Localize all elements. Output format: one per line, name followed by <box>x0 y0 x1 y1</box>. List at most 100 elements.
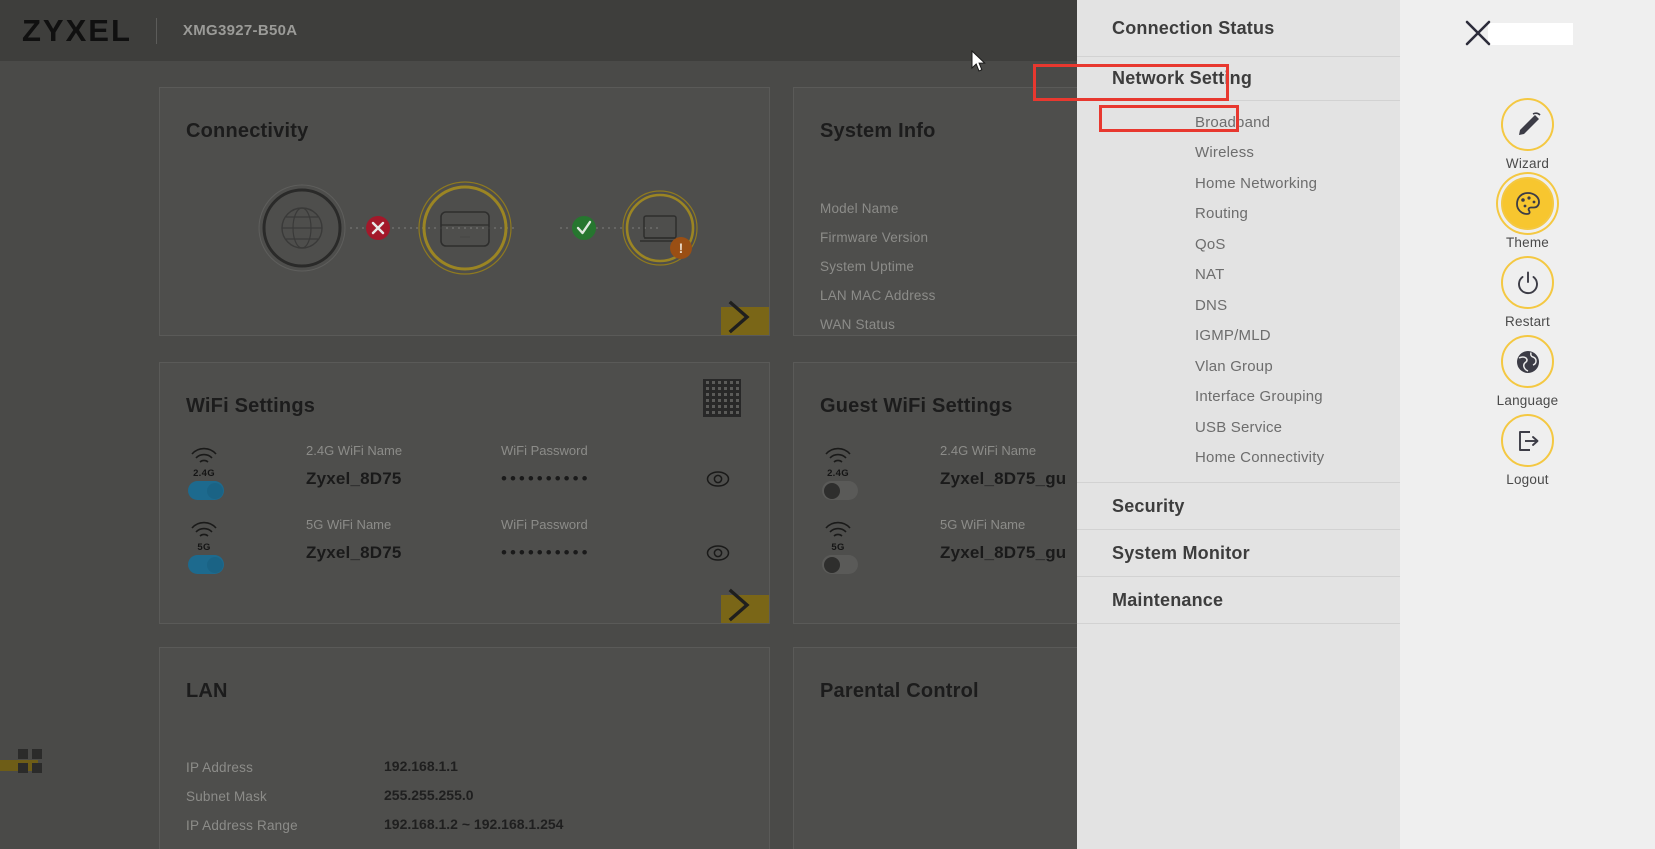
lan-value-ip-address: 192.168.1.1 <box>384 758 458 774</box>
menu-section-network-setting[interactable]: Network Setting <box>1077 57 1400 101</box>
wifi-expand-arrow[interactable] <box>721 588 769 623</box>
card-wifi-settings[interactable]: WiFi Settings 2.4G 2.4G WiFi Name Zyxel_… <box>159 362 770 624</box>
menu-section-label-network-setting: Network Setting <box>1112 68 1253 88</box>
menu-item-routing[interactable]: Routing <box>1077 199 1400 230</box>
card-title-connectivity: Connectivity <box>186 120 309 142</box>
lan-value-ip-address-range: 192.168.1.2 ~ 192.168.1.254 <box>384 816 564 832</box>
menu-item-wireless[interactable]: Wireless <box>1077 138 1400 169</box>
card-title-guest-wifi-settings: Guest WiFi Settings <box>820 395 1013 417</box>
system-info-label-firmware-version: Firmware Version <box>820 230 929 245</box>
guest-wifi-name-label-24g: 2.4G WiFi Name <box>940 443 1037 458</box>
guest-wifi-band-label-5g: 5G <box>831 542 845 553</box>
card-title-parental-control: Parental Control <box>820 680 979 702</box>
main-menu-panel: Connection Status Network Setting Broadb… <box>1077 0 1400 849</box>
guest-wifi-band-icon-24g: 2.4G <box>820 445 856 479</box>
menu-section-maintenance[interactable]: Maintenance <box>1077 577 1400 624</box>
wifi-qr-code-icon[interactable] <box>703 379 741 417</box>
wifi-toggle-5g[interactable] <box>188 555 224 574</box>
card-connectivity[interactable]: Connectivity ! <box>159 87 770 336</box>
connectivity-diagram: ! <box>160 148 769 298</box>
menu-item-qos[interactable]: QoS <box>1077 229 1400 260</box>
logout-icon <box>1501 414 1554 467</box>
card-title-system-info: System Info <box>820 120 936 142</box>
close-icon[interactable] <box>1463 18 1493 48</box>
side-button-logout[interactable]: Logout <box>1400 414 1655 487</box>
right-tool-panel: Wizard Theme Restart Language Logout <box>1400 0 1655 849</box>
wifi-name-value-24g[interactable]: Zyxel_8D75 <box>306 469 402 489</box>
menu-section-system-monitor[interactable]: System Monitor <box>1077 530 1400 577</box>
card-title-wifi-settings: WiFi Settings <box>186 395 316 417</box>
menu-section-connection-status[interactable]: Connection Status <box>1077 0 1400 57</box>
palette-icon <box>1501 177 1554 230</box>
menu-item-home-networking[interactable]: Home Networking <box>1077 168 1400 199</box>
wifi-band-label-5g: 5G <box>197 542 211 553</box>
side-button-language[interactable]: Language <box>1400 335 1655 408</box>
card-lan[interactable]: LAN IP Address Subnet Mask IP Address Ra… <box>159 647 770 849</box>
menu-item-home-connectivity[interactable]: Home Connectivity <box>1077 443 1400 474</box>
guest-wifi-band-icon-5g: 5G <box>820 519 856 553</box>
card-title-lan: LAN <box>186 680 228 702</box>
menu-item-label-home-networking: Home Networking <box>1195 174 1318 192</box>
power-icon <box>1501 256 1554 309</box>
link-status-ok-badge <box>572 216 596 240</box>
side-button-theme[interactable]: Theme <box>1400 177 1655 250</box>
menu-item-label-igmp-mld: IGMP/MLD <box>1195 327 1271 345</box>
menu-item-broadband[interactable]: Broadband <box>1077 107 1400 138</box>
menu-item-label-vlan-group: Vlan Group <box>1195 357 1273 375</box>
menu-item-label-dns: DNS <box>1195 296 1228 314</box>
node-internet-globe <box>258 184 346 272</box>
menu-item-dns[interactable]: DNS <box>1077 290 1400 321</box>
zyxel-logo: ZYXEL <box>22 12 132 48</box>
side-label-language: Language <box>1496 393 1559 408</box>
guest-wifi-name-label-5g: 5G WiFi Name <box>940 517 1026 532</box>
link-status-error-badge <box>366 216 390 240</box>
side-button-restart[interactable]: Restart <box>1400 256 1655 329</box>
app-root: ZYXEL XMG3927-B50A Connectivity ! System… <box>0 0 1655 849</box>
menu-item-interface-grouping[interactable]: Interface Grouping <box>1077 382 1400 413</box>
guest-wifi-toggle-24g[interactable] <box>822 481 858 500</box>
menu-item-igmp-mld[interactable]: IGMP/MLD <box>1077 321 1400 352</box>
header-divider <box>155 17 157 44</box>
side-label-wizard: Wizard <box>1505 156 1550 171</box>
menu-item-vlan-group[interactable]: Vlan Group <box>1077 351 1400 382</box>
wizard-icon <box>1501 98 1554 151</box>
menu-sublist-network-setting: Broadband Wireless Home Networking Routi… <box>1077 101 1400 483</box>
wifi-toggle-24g[interactable] <box>188 481 224 500</box>
side-button-wizard[interactable]: Wizard <box>1400 98 1655 171</box>
guest-wifi-name-value-5g[interactable]: Zyxel_8D75_gu <box>940 543 1066 563</box>
lan-label-ip-address: IP Address <box>186 760 254 775</box>
menu-item-label-interface-grouping: Interface Grouping <box>1195 388 1323 406</box>
wifi-password-eye-icon-5g[interactable] <box>706 545 730 566</box>
side-label-theme: Theme <box>1505 235 1550 250</box>
menu-section-label-maintenance: Maintenance <box>1112 589 1224 610</box>
grid-widget-icon[interactable] <box>18 749 44 773</box>
close-tooltip-box <box>1488 23 1573 45</box>
globe-icon <box>1501 335 1554 388</box>
device-warning-badge-text: ! <box>679 240 684 256</box>
wifi-password-eye-icon-24g[interactable] <box>706 471 730 492</box>
guest-wifi-band-label-24g: 2.4G <box>827 468 849 479</box>
guest-wifi-name-value-24g[interactable]: Zyxel_8D75_gu <box>940 469 1066 489</box>
menu-item-label-home-connectivity: Home Connectivity <box>1195 449 1325 467</box>
menu-item-usb-service[interactable]: USB Service <box>1077 412 1400 443</box>
menu-section-security[interactable]: Security <box>1077 483 1400 530</box>
wifi-row-5g: 5G 5G WiFi Name Zyxel_8D75 WiFi Password… <box>186 517 746 593</box>
guest-wifi-toggle-5g[interactable] <box>822 555 858 574</box>
connectivity-expand-arrow[interactable] <box>721 300 769 335</box>
side-label-restart: Restart <box>1505 314 1550 329</box>
wifi-row-24g: 2.4G 2.4G WiFi Name Zyxel_8D75 WiFi Pass… <box>186 443 746 519</box>
menu-section-label-system-monitor: System Monitor <box>1112 542 1250 563</box>
wifi-band-label-24g: 2.4G <box>193 468 215 479</box>
lan-value-subnet-mask: 255.255.255.0 <box>384 787 474 803</box>
menu-item-label-nat: NAT <box>1195 266 1225 284</box>
lan-label-subnet-mask: Subnet Mask <box>186 789 267 804</box>
system-info-label-model-name: Model Name <box>820 201 899 216</box>
wifi-password-value-5g: •••••••••• <box>501 543 591 562</box>
menu-item-nat[interactable]: NAT <box>1077 260 1400 291</box>
menu-item-label-routing: Routing <box>1195 205 1249 223</box>
wifi-name-value-5g[interactable]: Zyxel_8D75 <box>306 543 402 563</box>
menu-item-label-broadband: Broadband <box>1195 113 1271 131</box>
wifi-band-icon-24g: 2.4G <box>186 445 222 479</box>
wifi-password-label-24g: WiFi Password <box>501 443 588 458</box>
menu-item-label-usb-service: USB Service <box>1195 418 1283 436</box>
